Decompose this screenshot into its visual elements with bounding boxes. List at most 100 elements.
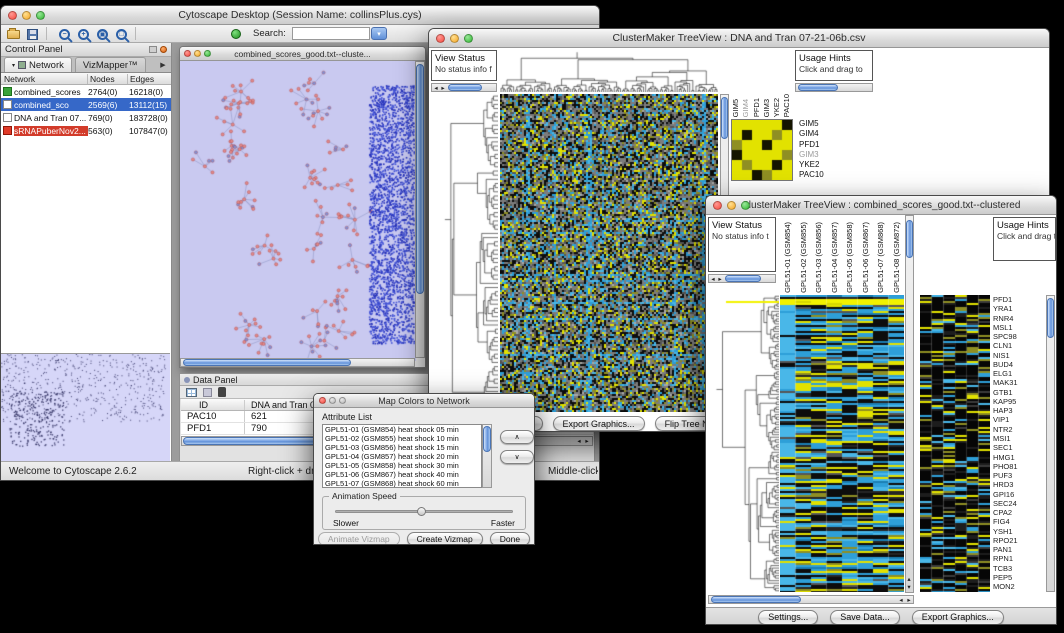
gene-label[interactable]: HMG1 [993, 453, 1044, 462]
minimize-button[interactable] [194, 50, 201, 57]
gene-label[interactable]: SPC98 [993, 332, 1044, 341]
tab-vizmapper[interactable]: VizMapper™ [75, 57, 146, 72]
gene-label[interactable]: CLN1 [993, 341, 1044, 350]
zoom-window-button[interactable] [36, 11, 45, 20]
attribute-list-vscrollbar[interactable] [482, 424, 492, 488]
slider-thumb[interactable] [417, 507, 426, 516]
gene-label[interactable]: SEC1 [993, 443, 1044, 452]
scrollbar-thumb[interactable] [448, 84, 482, 91]
attribute-item[interactable]: GPL51-05 (GSM858) heat shock 30 min [323, 461, 481, 470]
network-vscrollbar[interactable] [415, 61, 425, 358]
gene-label[interactable]: KAP95 [993, 397, 1044, 406]
done-button[interactable]: Done [490, 532, 530, 545]
zoom-out-icon[interactable]: − [57, 27, 72, 41]
gene-label[interactable]: RPN1 [993, 554, 1044, 563]
gene-label[interactable]: PEP5 [993, 573, 1044, 582]
column-dendrogram-canvas[interactable] [500, 49, 718, 92]
search-dropdown-button[interactable]: ▾ [371, 27, 387, 40]
attribute-item[interactable]: GPL51-06 (GSM867) heat shock 40 min [323, 470, 481, 479]
gene-label[interactable]: MON2 [993, 582, 1044, 591]
matrix-row-label[interactable]: GIM5 [799, 119, 839, 129]
gene-label[interactable]: PAN1 [993, 545, 1044, 554]
matrix-row-label[interactable]: GIM3 [799, 150, 839, 160]
network-row-selected[interactable]: combined_sco 2569(6) 13112(15) [1, 98, 171, 111]
tab-overflow-button[interactable]: ▶ [157, 61, 169, 69]
array-column-label[interactable]: GPL51-02 (GSM855) [796, 215, 812, 295]
scroll-left-arrow[interactable]: ◂ [710, 276, 716, 283]
create-vizmap-button[interactable]: Create Vizmap [407, 532, 483, 545]
treeview-button[interactable]: Save Data... [830, 610, 900, 625]
close-button[interactable] [713, 201, 722, 210]
view-status-hscrollbar[interactable]: ◂ ▸ [708, 274, 776, 283]
row-dendrogram-canvas[interactable] [708, 295, 779, 592]
close-button[interactable] [8, 11, 17, 20]
scrollbar-thumb[interactable] [483, 426, 491, 452]
gene-label[interactable]: SEC24 [993, 499, 1044, 508]
treeview-button[interactable]: Export Graphics... [553, 416, 645, 431]
matrix-row-label[interactable]: PAC10 [799, 170, 839, 180]
gene-label[interactable]: YRA1 [993, 304, 1044, 313]
scrollbar-thumb[interactable] [183, 359, 351, 366]
matrix-row-label[interactable]: GIM4 [799, 129, 839, 139]
gene-label[interactable]: MSL1 [993, 323, 1044, 332]
treeview-dna-titlebar[interactable]: ClusterMaker TreeView : DNA and Tran 07-… [429, 29, 1049, 48]
array-column-label[interactable]: GPL51-06 (GSM867) [858, 215, 874, 295]
gene-label[interactable]: NIS1 [993, 351, 1044, 360]
heatmap-vscrollbar[interactable]: ▴ ▾ [905, 215, 914, 593]
attribute-item[interactable]: GPL51-02 (GSM855) heat shock 10 min [323, 434, 481, 443]
scroll-right-arrow[interactable]: ▸ [440, 85, 446, 92]
scrollbar-thumb[interactable] [798, 84, 838, 91]
gene-label[interactable]: HRD3 [993, 480, 1044, 489]
scroll-down-arrow[interactable]: ▾ [906, 584, 912, 591]
dialog-titlebar[interactable]: Map Colors to Network [314, 394, 534, 408]
row-dendrogram-canvas[interactable] [431, 94, 498, 402]
scrollbar-thumb[interactable] [906, 220, 913, 258]
network-row[interactable]: DNA and Tran 07... 769(0) 183728(0) [1, 111, 171, 124]
network-graph-canvas[interactable] [180, 61, 416, 361]
matrix-column-label[interactable]: PFD1 [751, 49, 761, 117]
gene-label[interactable]: VIP1 [993, 415, 1044, 424]
gene-label[interactable]: PUF3 [993, 471, 1044, 480]
attribute-item[interactable]: GPL51-04 (GSM857) heat shock 20 min [323, 452, 481, 461]
scrollbar-thumb[interactable] [711, 596, 801, 603]
zoom-window-button[interactable] [741, 201, 750, 210]
minimize-button[interactable] [450, 34, 459, 43]
plugin-icon[interactable] [228, 27, 243, 41]
gene-label[interactable]: GTB1 [993, 388, 1044, 397]
heatmap-canvas[interactable] [500, 94, 718, 412]
network-overview-canvas[interactable] [1, 353, 170, 463]
zoom-fit-icon[interactable]: □ [114, 27, 129, 41]
zoom-in-icon[interactable]: + [76, 27, 91, 41]
matrix-column-label[interactable]: YKE2 [771, 49, 781, 117]
gene-label[interactable]: RPO21 [993, 536, 1044, 545]
matrix-row-label[interactable]: PFD1 [799, 140, 839, 150]
gene-label[interactable]: MAK31 [993, 378, 1044, 387]
gene-label[interactable]: MSI1 [993, 434, 1044, 443]
scroll-left-arrow[interactable]: ◂ [898, 597, 904, 604]
animate-vizmap-button[interactable]: Animate Vizmap [318, 532, 400, 545]
gene-label[interactable]: BUD4 [993, 360, 1044, 369]
gene-label[interactable]: NTR2 [993, 425, 1044, 434]
scrollbar-thumb[interactable] [1047, 298, 1054, 338]
attribute-item[interactable]: GPL51-01 (GSM854) heat shock 05 min [323, 425, 481, 434]
gene-label[interactable]: YSH1 [993, 527, 1044, 536]
move-down-button[interactable]: ∨ [500, 450, 534, 464]
search-input[interactable] [292, 27, 370, 40]
matrix-row-label[interactable]: YKE2 [799, 160, 839, 170]
network-row[interactable]: sRNAPuberNov2... 563(0) 107847(0) [1, 124, 171, 137]
matrix-column-label[interactable]: GIM4 [740, 49, 750, 117]
close-button[interactable] [319, 397, 326, 404]
gene-label[interactable]: PFD1 [993, 295, 1044, 304]
minimize-button[interactable] [727, 201, 736, 210]
usage-hints-hscrollbar[interactable] [795, 83, 873, 92]
gene-label[interactable]: HAP3 [993, 406, 1044, 415]
save-session-icon[interactable] [25, 27, 40, 41]
gene-label[interactable]: GPI16 [993, 490, 1044, 499]
zoom-selected-icon[interactable]: ▣ [95, 27, 110, 41]
view-status-hscrollbar[interactable]: ◂ ▸ [431, 83, 497, 92]
treeview-button[interactable]: Export Graphics... [912, 610, 1004, 625]
matrix-thumbnail-canvas[interactable] [731, 119, 793, 181]
float-panel-icon[interactable] [149, 46, 157, 53]
scroll-right-arrow[interactable]: ▸ [717, 276, 723, 283]
select-attributes-icon[interactable] [186, 388, 197, 397]
